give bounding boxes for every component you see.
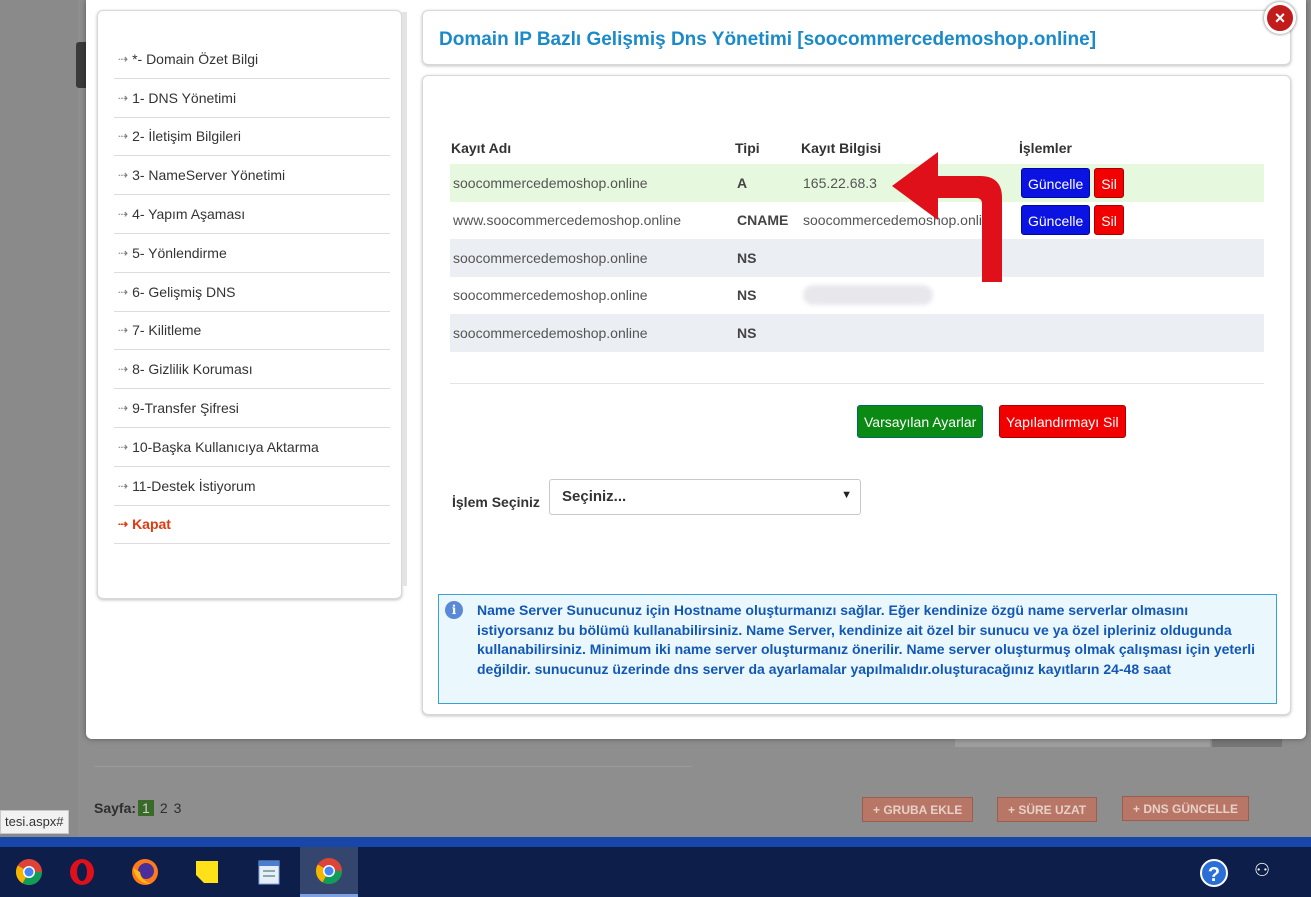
dns-update-button[interactable]: + DNS GÜNCELLE bbox=[1122, 796, 1250, 821]
arrow-right-icon: ⇢ bbox=[118, 323, 129, 338]
arrow-right-icon: ⇢ bbox=[118, 517, 129, 532]
table-row: soocommercedemoshop.online A 165.22.68.3… bbox=[450, 164, 1264, 202]
info-box: i Name Server Sunucunuz için Hostname ol… bbox=[438, 594, 1277, 704]
record-actions bbox=[1018, 239, 1264, 277]
record-type: A bbox=[734, 164, 800, 202]
header-value: Kayıt Bilgisi bbox=[801, 140, 882, 156]
arrow-right-icon: ⇢ bbox=[118, 245, 129, 260]
title-box: Domain IP Bazlı Gelişmiş Dns Yönetimi [s… bbox=[422, 10, 1291, 65]
table-header: Kayıt Adı Tipi Kayıt Bilgisi İşlemler bbox=[450, 132, 1264, 164]
table-row: www.soocommercedemoshop.online CNAME soo… bbox=[450, 202, 1264, 240]
record-name: www.soocommercedemoshop.online bbox=[453, 212, 681, 229]
record-type: CNAME bbox=[737, 212, 789, 229]
arrow-right-icon: ⇢ bbox=[118, 129, 129, 144]
add-group-button[interactable]: + GRUBA EKLE bbox=[862, 797, 974, 822]
background-divider bbox=[94, 766, 692, 767]
header-actions: İşlemler bbox=[1019, 140, 1072, 156]
record-name: soocommercedemoshop.online bbox=[450, 164, 734, 202]
close-icon[interactable]: × bbox=[1264, 2, 1296, 34]
sidebar-menu: ⇢ *- Domain Özet Bilgi ⇢ 1- DNS Yönetimi ⇢… bbox=[114, 40, 390, 545]
arrow-right-icon: ⇢ bbox=[118, 439, 129, 454]
sidebar-item-under-construction[interactable]: ⇢ 4- Yapım Aşaması bbox=[114, 195, 390, 234]
sidebar-item-dns-management[interactable]: ⇢ 1- DNS Yönetimi bbox=[114, 79, 390, 118]
record-value: soocommercedemoshop.online bbox=[803, 212, 998, 229]
delete-button[interactable]: Sil bbox=[1094, 205, 1124, 236]
delete-button[interactable]: Sil bbox=[1094, 167, 1124, 198]
sidebar: ⇢ *- Domain Özet Bilgi ⇢ 1- DNS Yönetimi ⇢… bbox=[97, 10, 402, 599]
page-3[interactable]: 3 bbox=[174, 800, 182, 816]
info-text: Name Server Sunucunuz için Hostname oluş… bbox=[477, 602, 1256, 677]
background-input bbox=[955, 739, 1210, 747]
arrow-right-icon: ⇢ bbox=[118, 51, 129, 66]
status-url: tesi.aspx# bbox=[0, 810, 69, 834]
record-name: soocommercedemoshop.online bbox=[450, 239, 734, 277]
table-row: soocommercedemoshop.online NS bbox=[450, 314, 1264, 352]
extend-duration-button[interactable]: + SÜRE UZAT bbox=[997, 797, 1098, 822]
caret-down-icon: ▼ bbox=[841, 489, 852, 501]
opera-taskbar-icon[interactable] bbox=[53, 847, 111, 897]
arrow-right-icon: ⇢ bbox=[118, 401, 129, 416]
sidebar-item-support[interactable]: ⇢ 11-Destek İstiyorum bbox=[114, 467, 390, 506]
record-value: 165.22.68.3 bbox=[800, 164, 1018, 202]
taskbar: ? ⚇ bbox=[0, 837, 1311, 897]
page-title: Domain IP Bazlı Gelişmiş Dns Yönetimi [s… bbox=[439, 29, 1097, 50]
page-2[interactable]: 2 bbox=[160, 800, 168, 816]
record-actions bbox=[1018, 314, 1264, 352]
header-type: Tipi bbox=[735, 140, 760, 156]
sidebar-item-transfer-user[interactable]: ⇢ 10-Başka Kullanıcıya Aktarma bbox=[114, 428, 390, 467]
firefox-taskbar-icon[interactable] bbox=[116, 847, 174, 897]
arrow-right-icon: ⇢ bbox=[118, 90, 129, 105]
table-row: soocommercedemoshop.online NS bbox=[450, 239, 1264, 277]
record-type: NS bbox=[734, 314, 800, 352]
default-settings-button[interactable]: Varsayılan Ayarlar bbox=[857, 405, 984, 438]
dns-table: Kayıt Adı Tipi Kayıt Bilgisi İşlemler so… bbox=[450, 132, 1264, 352]
arrow-right-icon: ⇢ bbox=[118, 478, 129, 493]
record-actions bbox=[1018, 277, 1264, 315]
record-actions: Güncelle Sil bbox=[1018, 202, 1264, 240]
chrome-taskbar-icon[interactable] bbox=[0, 847, 58, 897]
sidebar-item-lock[interactable]: ⇢ 7- Kilitleme bbox=[114, 312, 390, 351]
sidebar-item-privacy[interactable]: ⇢ 8- Gizlilik Koruması bbox=[114, 350, 390, 390]
header-name: Kayıt Adı bbox=[451, 140, 512, 156]
notepad-taskbar-icon[interactable] bbox=[240, 847, 298, 897]
operation-select[interactable]: Seçiniz... ▼ bbox=[549, 479, 861, 515]
operation-label: İşlem Seçiniz bbox=[452, 494, 540, 510]
arrow-right-icon: ⇢ bbox=[118, 207, 129, 222]
record-type: NS bbox=[734, 239, 800, 277]
delete-config-button[interactable]: Yapılandırmayı Sil bbox=[999, 405, 1126, 438]
sidebar-scrollbar[interactable] bbox=[402, 12, 407, 586]
record-name: soocommercedemoshop.online bbox=[450, 314, 734, 352]
sidebar-item-nameserver[interactable]: ⇢ 3- NameServer Yönetimi bbox=[114, 156, 390, 196]
sidebar-item-advanced-dns[interactable]: ⇢ 6- Gelişmiş DNS bbox=[114, 273, 390, 312]
table-row: soocommercedemoshop.online NS bbox=[450, 277, 1264, 315]
arrow-right-icon: ⇢ bbox=[118, 362, 129, 377]
sidebar-item-transfer-password[interactable]: ⇢ 9-Transfer Şifresi bbox=[114, 389, 390, 428]
record-value bbox=[800, 314, 1018, 352]
arrow-right-icon: ⇢ bbox=[118, 284, 129, 299]
sidebar-item-redirect[interactable]: ⇢ 5- Yönlendirme bbox=[114, 234, 390, 273]
record-name: soocommercedemoshop.online bbox=[453, 287, 648, 304]
page-1[interactable]: 1 bbox=[138, 800, 154, 816]
divider bbox=[450, 383, 1264, 384]
record-type: NS bbox=[737, 287, 757, 304]
help-icon[interactable]: ? bbox=[1200, 859, 1228, 887]
sidebar-item-contact-info[interactable]: ⇢ 2- İletişim Bilgileri bbox=[114, 118, 390, 157]
sidebar-item-close[interactable]: ⇢ Kapat bbox=[114, 506, 390, 545]
update-button[interactable]: Güncelle bbox=[1021, 205, 1091, 236]
sidebar-item-domain-summary[interactable]: ⇢ *- Domain Özet Bilgi bbox=[114, 40, 390, 79]
record-value-redacted bbox=[800, 277, 1018, 315]
operation-selected: Seçiniz... bbox=[562, 488, 627, 505]
record-actions: Güncelle Sil bbox=[1018, 164, 1264, 202]
redaction-blur bbox=[803, 285, 933, 306]
arrow-right-icon: ⇢ bbox=[118, 168, 129, 183]
info-icon: i bbox=[445, 601, 463, 619]
sticky-notes-taskbar-icon[interactable] bbox=[178, 847, 236, 897]
update-button[interactable]: Güncelle bbox=[1021, 167, 1091, 198]
background-pager: Sayfa: 1 2 3 bbox=[94, 800, 182, 816]
people-icon[interactable]: ⚇ bbox=[1254, 860, 1270, 881]
chrome-active-taskbar-icon[interactable] bbox=[300, 847, 358, 897]
background-button bbox=[1212, 739, 1282, 747]
record-value bbox=[800, 239, 1018, 277]
